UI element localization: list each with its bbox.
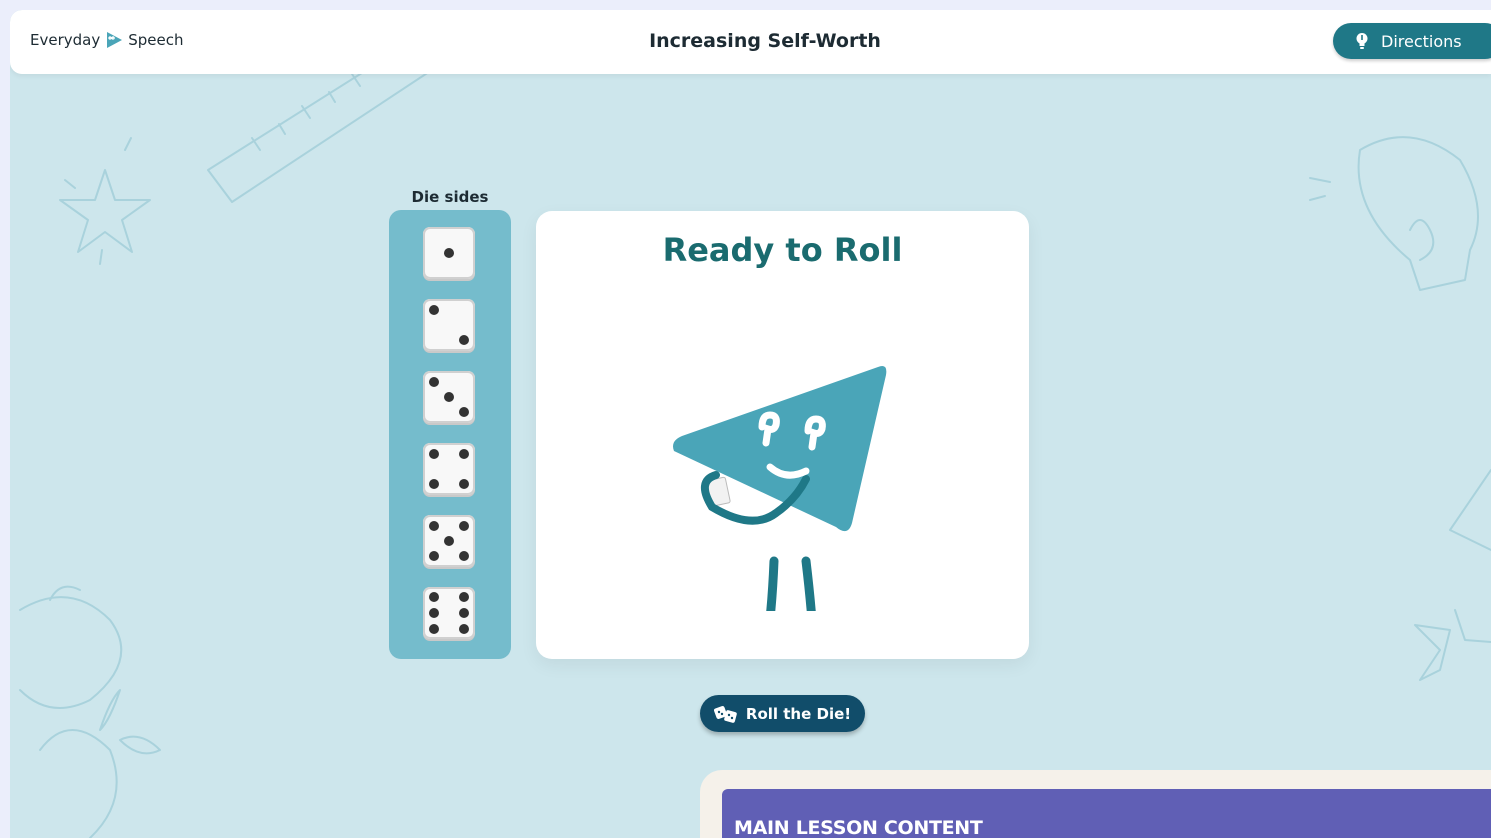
roll-result-card: Ready to Roll [536,211,1029,659]
die-face-6 [423,587,475,639]
lightbulb-icon [1356,33,1368,49]
die-face-5 [423,515,475,567]
directions-button[interactable]: Directions [1333,23,1491,59]
triangle-character-icon [673,366,887,611]
roll-status-heading: Ready to Roll [662,231,903,269]
page-title: Increasing Self-Worth [649,30,881,52]
activity-stage: Everyday Speech Increasing Self-Worth Di… [10,10,1491,838]
die-face-4 [423,443,475,495]
roll-the-die-button[interactable]: Roll the Die! [700,695,865,732]
lesson-content-container: MAIN LESSON CONTENT [700,770,1491,838]
lesson-banner-title: MAIN LESSON CONTENT [734,817,983,838]
roll-button-label: Roll the Die! [745,704,852,723]
die-face-1 [423,227,475,279]
main-lesson-banner: MAIN LESSON CONTENT [722,789,1491,838]
top-header: Everyday Speech Increasing Self-Worth Di… [10,10,1491,74]
dice-icon [713,705,737,723]
die-face-3 [423,371,475,423]
die-sides-label: Die sides [411,188,489,206]
die-sides-panel [389,210,511,659]
die-face-2 [423,299,475,351]
directions-label: Directions [1381,31,1462,51]
